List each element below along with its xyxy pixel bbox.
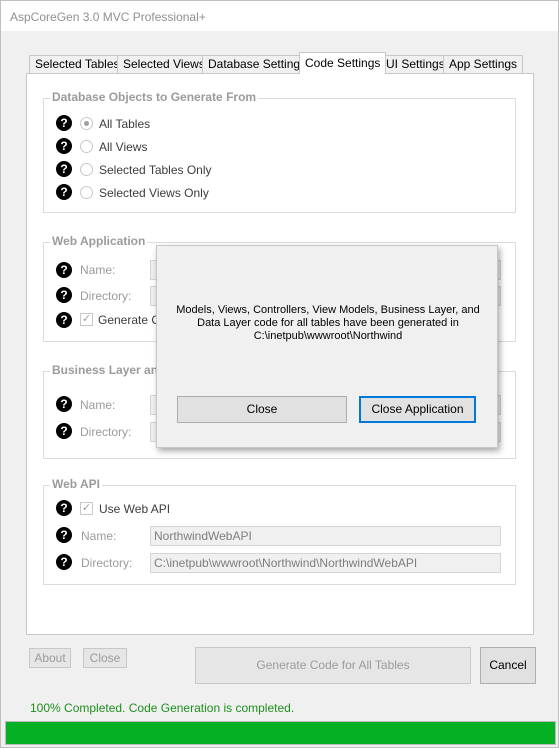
dialog-message-line3: C:\inetpub\wwwroot\Northwind	[253, 330, 403, 342]
radio-selected-tables-only[interactable]	[80, 163, 93, 176]
close-button[interactable]: Close	[83, 648, 127, 668]
help-icon[interactable]: ?	[56, 161, 72, 177]
web-app-legend: Web Application	[50, 234, 148, 248]
status-text: 100% Completed. Code Generation is compl…	[30, 701, 295, 715]
tab-selected-views[interactable]: Selected Views	[117, 55, 211, 74]
app-window: AspCoreGen 3.0 MVC Professional+ Selecte…	[0, 0, 559, 748]
web-api-directory-label: Directory:	[81, 556, 133, 570]
use-web-api-label: Use Web API	[99, 502, 171, 516]
business-layer-legend: Business Layer an	[50, 363, 161, 377]
web-app-directory-label: Directory:	[80, 289, 132, 303]
help-icon[interactable]: ?	[56, 554, 72, 570]
web-api-directory-field[interactable]: C:\inetpub\wwwroot\Northwind\NorthwindWe…	[150, 553, 501, 573]
tab-app-settings[interactable]: App Settings	[443, 55, 524, 74]
window-title: AspCoreGen 3.0 MVC Professional+	[10, 10, 206, 24]
web-api-name-label: Name:	[81, 529, 117, 543]
progress-bar	[5, 721, 556, 745]
selected-views-only-label: Selected Views Only	[99, 186, 209, 200]
all-views-label: All Views	[99, 140, 148, 154]
help-icon[interactable]: ?	[56, 262, 72, 278]
generate-code-button[interactable]: Generate Code for All Tables	[195, 647, 471, 684]
tab-code-settings[interactable]: Code Settings	[299, 52, 387, 74]
web-app-name-label: Name:	[80, 263, 116, 277]
dialog-message-line2: Data Layer code for all tables have been…	[197, 317, 459, 329]
web-api-name-field[interactable]: NorthwindWebAPI	[150, 526, 501, 546]
help-icon[interactable]: ?	[56, 138, 72, 154]
web-api-legend: Web API	[50, 477, 103, 491]
selected-tables-only-label: Selected Tables Only	[99, 163, 212, 177]
about-button[interactable]: About	[29, 648, 71, 668]
help-icon[interactable]: ?	[56, 423, 72, 439]
help-icon[interactable]: ?	[56, 396, 72, 412]
help-icon[interactable]: ?	[56, 312, 72, 328]
all-tables-label: All Tables	[99, 117, 151, 131]
db-objects-legend: Database Objects to Generate From	[50, 90, 259, 104]
help-icon[interactable]: ?	[56, 500, 72, 516]
radio-all-tables[interactable]	[80, 117, 93, 130]
dialog-message: Models, Views, Controllers, View Models,…	[171, 304, 485, 343]
completion-dialog: Models, Views, Controllers, View Models,…	[156, 245, 498, 448]
help-icon[interactable]: ?	[56, 184, 72, 200]
generate-code-checkbox[interactable]: ✓	[80, 313, 93, 326]
business-layer-directory-label: Directory:	[80, 425, 132, 439]
tab-database-settings[interactable]: Database Settings	[202, 55, 313, 74]
radio-selected-views-only[interactable]	[80, 186, 93, 199]
help-icon[interactable]: ?	[56, 527, 72, 543]
cancel-button[interactable]: Cancel	[480, 647, 536, 684]
title-bar: AspCoreGen 3.0 MVC Professional+	[1, 1, 558, 31]
dialog-close-button[interactable]: Close	[177, 396, 347, 423]
progress-fill	[6, 722, 555, 744]
use-web-api-checkbox[interactable]: ✓	[80, 502, 93, 515]
help-icon[interactable]: ?	[56, 287, 72, 303]
tab-selected-tables[interactable]: Selected Tables	[29, 55, 126, 74]
business-layer-name-label: Name:	[80, 398, 116, 412]
dialog-close-application-button[interactable]: Close Application	[359, 396, 476, 423]
radio-all-views[interactable]	[80, 140, 93, 153]
dialog-message-line1: Models, Views, Controllers, View Models,…	[176, 304, 480, 316]
help-icon[interactable]: ?	[56, 115, 72, 131]
tab-ui-settings[interactable]: UI Settings	[380, 55, 451, 74]
